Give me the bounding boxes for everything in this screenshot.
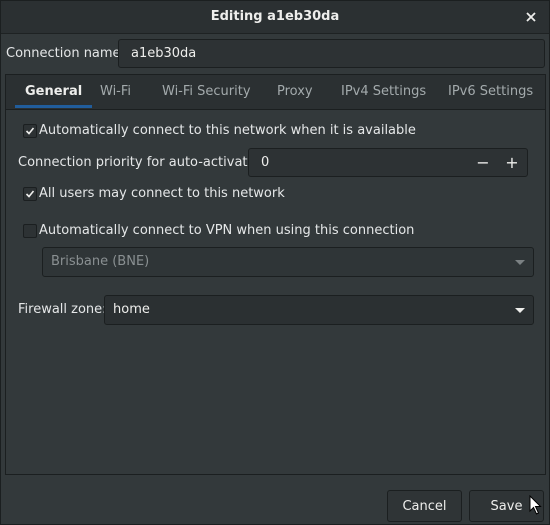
chevron-down-icon [515, 308, 525, 313]
vpn-select[interactable]: Brisbane (BNE) [42, 247, 534, 277]
priority-label: Connection priority for auto-activation: [18, 155, 272, 170]
tab-bar: General Wi-Fi Wi-Fi Security Proxy IPv4 … [6, 75, 545, 110]
window-title: Editing a1eb30da [210, 9, 340, 24]
firewall-zone-value: home [113, 302, 150, 317]
tab-wifi-security[interactable]: Wi-Fi Security [162, 75, 251, 108]
auto-connect-label[interactable]: Automatically connect to this network wh… [39, 123, 416, 138]
tab-general[interactable]: General [14, 75, 93, 108]
dialog-window: Editing a1eb30da Connection name: Genera… [0, 0, 550, 525]
check-icon [25, 127, 35, 135]
plus-icon: + [505, 153, 519, 172]
connection-name-row: Connection name: [6, 39, 546, 69]
tab-ipv4-settings[interactable]: IPv4 Settings [341, 75, 426, 108]
vpn-checkbox[interactable] [23, 224, 37, 238]
firewall-zone-label: Firewall zone: [18, 302, 107, 317]
settings-notebook: General Wi-Fi Wi-Fi Security Proxy IPv4 … [5, 74, 546, 475]
firewall-zone-select[interactable]: home [104, 295, 534, 325]
connection-name-input[interactable] [118, 39, 545, 68]
mouse-pointer-icon [529, 495, 542, 515]
auto-connect-checkbox[interactable] [23, 124, 37, 138]
all-users-checkbox[interactable] [23, 187, 37, 201]
priority-increase-button[interactable]: + [498, 149, 526, 176]
priority-spinbutton[interactable]: 0 − + [248, 148, 528, 177]
all-users-label[interactable]: All users may connect to this network [39, 186, 285, 201]
titlebar: Editing a1eb30da [1, 1, 549, 34]
connection-name-label: Connection name: [6, 46, 125, 61]
close-button[interactable] [521, 7, 541, 27]
check-icon [25, 190, 35, 198]
minus-icon: − [476, 153, 490, 172]
vpn-select-value: Brisbane (BNE) [51, 254, 150, 269]
priority-value: 0 [261, 155, 270, 170]
cancel-button[interactable]: Cancel [387, 490, 462, 522]
vpn-label[interactable]: Automatically connect to VPN when using … [39, 223, 414, 238]
tab-proxy[interactable]: Proxy [277, 75, 313, 108]
tab-wifi[interactable]: Wi-Fi [100, 75, 131, 108]
priority-decrease-button[interactable]: − [469, 149, 497, 176]
chevron-down-icon [515, 260, 525, 265]
close-icon [526, 12, 536, 22]
tab-ipv6-settings[interactable]: IPv6 Settings [448, 75, 533, 108]
